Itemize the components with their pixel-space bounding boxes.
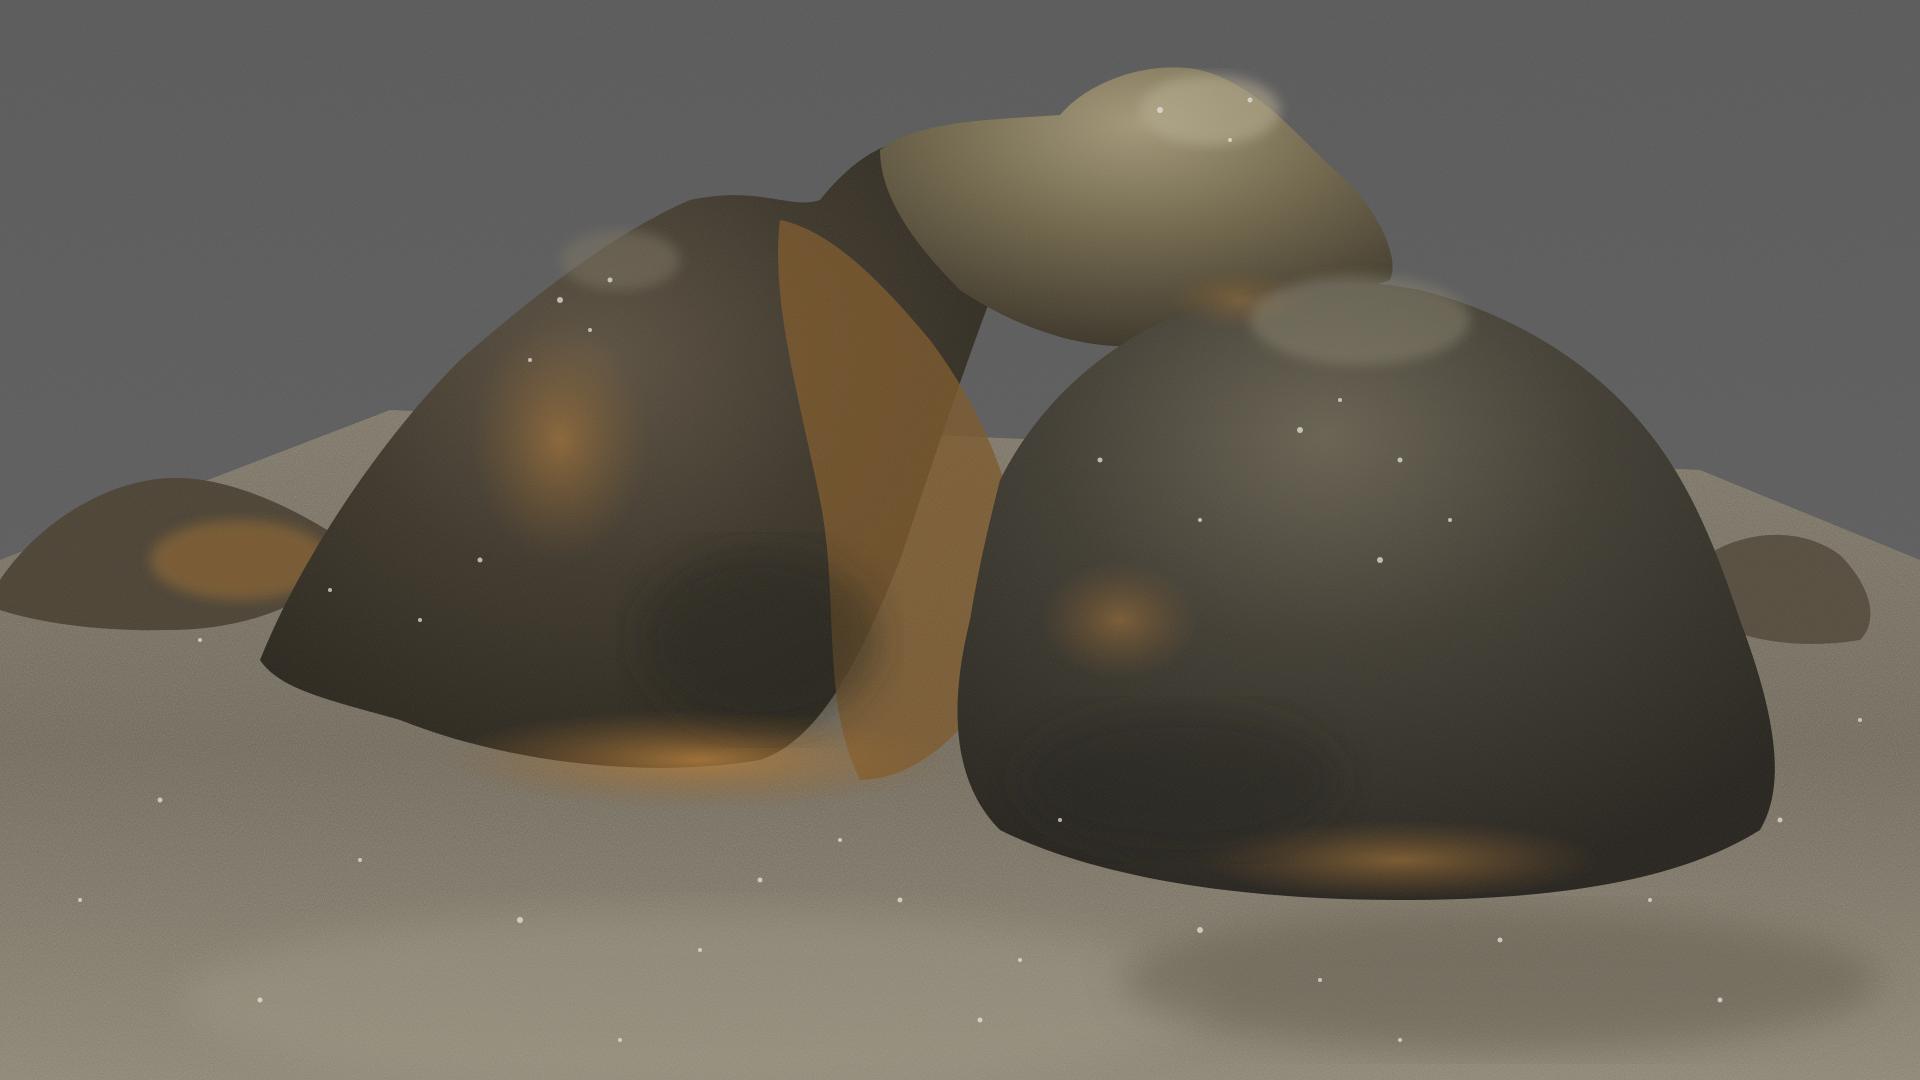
rock-grain	[0, 0, 1920, 1080]
rock-scene	[0, 0, 1920, 1080]
